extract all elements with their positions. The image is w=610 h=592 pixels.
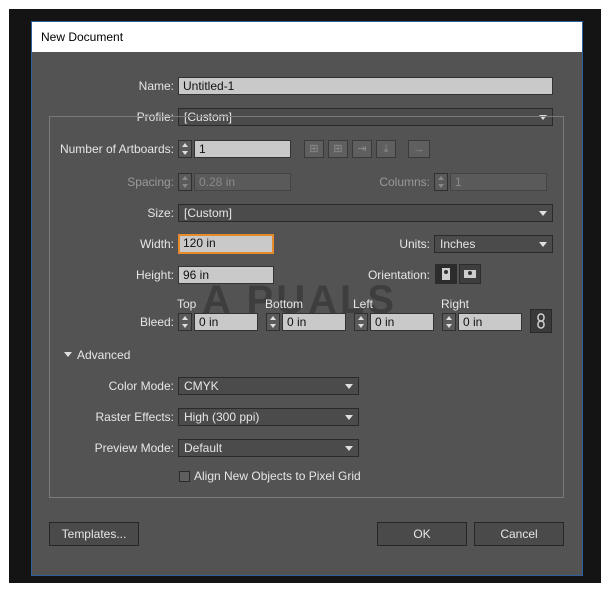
advanced-label: Advanced <box>77 348 131 362</box>
bleed-link-button[interactable] <box>530 309 552 333</box>
chevron-down-icon <box>342 410 356 424</box>
bleed-bottom-label: Bottom <box>265 297 304 311</box>
bleed-left-stepper[interactable] <box>354 313 368 331</box>
chevron-down-icon <box>536 206 550 220</box>
name-label: Name: <box>138 79 174 93</box>
templates-button[interactable]: Templates... <box>49 522 139 546</box>
arrange-by-row-icon[interactable]: ⇥ <box>352 140 372 158</box>
arrange-by-column-icon[interactable]: ⤓ <box>376 140 396 158</box>
grid-by-column-icon[interactable]: ⊞ <box>328 140 348 158</box>
align-pixel-grid-checkbox[interactable] <box>179 471 190 482</box>
right-to-left-icon[interactable]: → <box>408 140 430 158</box>
new-document-dialog: New Document Name: Untitled-1 Profile: [… <box>31 21 583 576</box>
preview-mode-select[interactable]: Default <box>178 439 359 457</box>
artboards-field[interactable]: 1 <box>194 140 291 158</box>
cancel-button[interactable]: Cancel <box>474 522 564 546</box>
bleed-label: Bleed: <box>139 315 174 329</box>
ok-button[interactable]: OK <box>377 522 467 546</box>
color-mode-label: Color Mode: <box>108 379 174 393</box>
spacing-label: Spacing: <box>127 175 174 189</box>
advanced-toggle[interactable]: Advanced <box>60 347 140 363</box>
landscape-orientation-button[interactable] <box>459 264 481 284</box>
raster-effects-select[interactable]: High (300 ppi) <box>178 408 359 426</box>
chevron-down-icon <box>536 237 550 251</box>
artboards-stepper[interactable] <box>178 140 192 158</box>
size-value: [Custom] <box>184 206 233 220</box>
raster-effects-label: Raster Effects: <box>95 410 174 424</box>
units-select[interactable]: Inches <box>434 235 553 253</box>
size-select[interactable]: [Custom] <box>178 204 553 222</box>
height-label: Height: <box>135 268 174 282</box>
align-pixel-grid-label: Align New Objects to Pixel Grid <box>194 469 361 483</box>
bleed-top-label: Top <box>177 297 197 311</box>
bleed-right-stepper[interactable] <box>442 313 456 331</box>
spacing-stepper <box>178 173 192 191</box>
columns-field: 1 <box>450 173 547 191</box>
units-label: Units: <box>399 237 430 251</box>
name-field[interactable]: Untitled-1 <box>178 77 553 95</box>
portrait-icon <box>442 268 450 280</box>
spacing-field: 0.28 in <box>194 173 291 191</box>
preview-mode-label: Preview Mode: <box>94 441 174 455</box>
bleed-top-stepper[interactable] <box>178 313 192 331</box>
bleed-top-field[interactable]: 0 in <box>194 313 258 331</box>
raster-effects-value: High (300 ppi) <box>184 410 260 424</box>
color-mode-value: CMYK <box>184 379 219 393</box>
units-value: Inches <box>440 237 476 251</box>
bleed-right-label: Right <box>441 297 470 311</box>
grid-by-row-icon[interactable]: ⊞ <box>304 140 324 158</box>
width-field[interactable]: 120 in <box>178 234 274 254</box>
columns-stepper <box>434 173 448 191</box>
bleed-bottom-field[interactable]: 0 in <box>282 313 346 331</box>
bleed-left-label: Left <box>353 297 374 311</box>
chain-link-icon <box>537 313 545 329</box>
width-label: Width: <box>139 237 174 251</box>
preview-mode-value: Default <box>184 441 223 455</box>
landscape-icon <box>464 270 476 278</box>
disclosure-triangle-icon <box>64 352 72 357</box>
portrait-orientation-button[interactable] <box>435 264 457 284</box>
artboards-label: Number of Artboards: <box>59 142 174 156</box>
chevron-down-icon <box>342 441 356 455</box>
bleed-left-field[interactable]: 0 in <box>370 313 434 331</box>
bleed-bottom-stepper[interactable] <box>266 313 280 331</box>
window-title: New Document <box>32 22 582 52</box>
chevron-down-icon <box>342 379 356 393</box>
bleed-right-field[interactable]: 0 in <box>458 313 522 331</box>
size-label: Size: <box>147 206 174 220</box>
color-mode-select[interactable]: CMYK <box>178 377 359 395</box>
columns-label: Columns: <box>379 175 430 189</box>
